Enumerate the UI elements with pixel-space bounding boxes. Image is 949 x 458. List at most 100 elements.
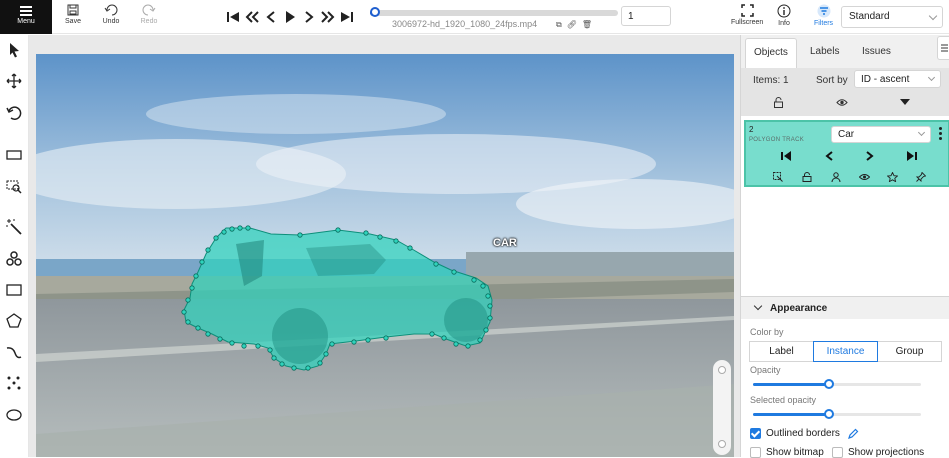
pin-icon[interactable] bbox=[916, 172, 926, 182]
polygon-icon bbox=[6, 313, 22, 328]
filename-label: 3006972-hd_1920_1080_24fps.mp4 bbox=[392, 19, 538, 29]
move-tool[interactable] bbox=[5, 72, 23, 90]
chevron-left-icon bbox=[266, 11, 275, 23]
menu-button[interactable]: Menu bbox=[0, 0, 52, 34]
opacity-slider[interactable] bbox=[753, 379, 921, 389]
redo-button[interactable]: Redo bbox=[134, 4, 164, 25]
frame-image bbox=[36, 54, 734, 457]
zoom-region-tool[interactable] bbox=[5, 177, 23, 195]
cursor-tool[interactable] bbox=[5, 41, 23, 59]
appearance-header[interactable]: Appearance bbox=[741, 297, 949, 319]
sort-by-label: Sort by bbox=[816, 75, 848, 86]
eye-icon[interactable] bbox=[859, 173, 870, 181]
show-bitmap-label: Show bitmap bbox=[766, 447, 824, 458]
color-picker-icon[interactable] bbox=[848, 428, 859, 439]
double-chevron-left-icon bbox=[245, 11, 259, 23]
rotate-icon bbox=[6, 106, 22, 120]
tab-issues[interactable]: Issues bbox=[862, 46, 891, 57]
controls-sidebar bbox=[0, 35, 29, 457]
rectangle-tool[interactable] bbox=[5, 281, 23, 299]
appearance-title: Appearance bbox=[770, 303, 828, 314]
object-item[interactable]: 2 POLYGON TRACK Car bbox=[744, 120, 949, 187]
tab-objects[interactable]: Objects bbox=[745, 38, 797, 68]
star-icon[interactable] bbox=[887, 172, 898, 182]
playback-timeline[interactable] bbox=[369, 7, 618, 17]
first-frame-button[interactable] bbox=[226, 10, 240, 24]
items-count: Items: 1 bbox=[753, 75, 789, 86]
ai-tools[interactable] bbox=[5, 250, 23, 268]
object-label-select[interactable]: Car bbox=[831, 126, 931, 143]
ellipse-tool[interactable] bbox=[5, 406, 23, 424]
user-icon[interactable] bbox=[831, 172, 841, 182]
last-keyframe-icon[interactable] bbox=[907, 151, 917, 161]
object-id: 2 bbox=[749, 125, 754, 134]
save-button[interactable]: Save bbox=[58, 4, 88, 25]
selected-opacity-slider-handle[interactable] bbox=[823, 409, 834, 419]
forward-step-button[interactable] bbox=[321, 10, 335, 24]
info-label: Info bbox=[778, 20, 790, 27]
points-tool[interactable] bbox=[5, 374, 23, 392]
fullscreen-button[interactable]: Fullscreen bbox=[731, 4, 763, 26]
outlined-borders-checkbox[interactable] bbox=[750, 428, 761, 439]
polyline-icon bbox=[6, 347, 22, 359]
filters-button[interactable]: Filters bbox=[814, 4, 833, 27]
polyline-tool[interactable] bbox=[5, 343, 23, 361]
selected-opacity-slider-fill bbox=[753, 413, 829, 416]
selected-opacity-slider[interactable] bbox=[753, 409, 921, 419]
color-by-label-option[interactable]: Label bbox=[749, 341, 814, 362]
back-step-button[interactable] bbox=[245, 10, 259, 24]
save-label: Save bbox=[65, 18, 81, 25]
previous-frame-button[interactable] bbox=[264, 10, 278, 24]
polygon-tool[interactable] bbox=[5, 312, 23, 330]
workspace-value: Standard bbox=[849, 11, 890, 22]
color-by-label: Color by bbox=[750, 327, 784, 337]
link-icon[interactable]: 🔗︎ bbox=[567, 20, 582, 29]
tab-labels[interactable]: Labels bbox=[810, 46, 839, 57]
outlined-borders-label: Outlined borders bbox=[766, 428, 840, 439]
zoom-handle[interactable] bbox=[718, 366, 726, 374]
show-projections-checkbox[interactable] bbox=[832, 447, 843, 458]
play-button[interactable] bbox=[283, 10, 297, 24]
frame-number-input[interactable]: 1 bbox=[621, 6, 671, 26]
objects-list-header: Items: 1 Sort by ID - ascent bbox=[741, 68, 949, 116]
eye-all-icon[interactable] bbox=[836, 98, 848, 107]
copy-icon[interactable]: ⧉ bbox=[556, 20, 567, 29]
previous-keyframe-icon[interactable] bbox=[825, 151, 833, 161]
lock-icon[interactable] bbox=[802, 172, 812, 182]
last-frame-button[interactable] bbox=[340, 10, 354, 24]
timeline-handle[interactable] bbox=[369, 7, 380, 17]
zoom-handle-bottom[interactable] bbox=[718, 440, 726, 448]
selected-opacity-label: Selected opacity bbox=[750, 395, 817, 405]
undo-button[interactable]: Undo bbox=[96, 4, 126, 25]
color-by-group-option[interactable]: Group bbox=[877, 341, 942, 362]
menu-label: Menu bbox=[17, 18, 35, 25]
appearance-panel: Appearance Color by Label Instance Group… bbox=[741, 296, 949, 458]
fit-image-tool[interactable] bbox=[5, 146, 23, 164]
workspace-select[interactable]: Standard bbox=[841, 6, 943, 28]
video-frame[interactable]: CAR bbox=[36, 54, 734, 457]
sort-select[interactable]: ID - ascent bbox=[854, 70, 941, 88]
rectangle-icon bbox=[6, 284, 22, 296]
collapse-sidebar-button[interactable] bbox=[937, 36, 949, 60]
first-keyframe-icon[interactable] bbox=[781, 151, 791, 161]
select-region-icon[interactable] bbox=[773, 172, 783, 182]
show-bitmap-checkbox[interactable] bbox=[750, 447, 761, 458]
sort-value: ID - ascent bbox=[861, 74, 910, 85]
next-keyframe-icon[interactable] bbox=[866, 151, 874, 161]
object-menu-button[interactable] bbox=[939, 127, 943, 141]
color-by-instance-option[interactable]: Instance bbox=[813, 341, 878, 362]
save-icon bbox=[67, 4, 79, 16]
delete-icon[interactable]: 🗑︎ bbox=[582, 20, 597, 29]
zoom-control[interactable] bbox=[713, 360, 731, 455]
opacity-slider-handle[interactable] bbox=[823, 379, 834, 389]
annotation-canvas[interactable]: CAR bbox=[29, 35, 740, 457]
magic-wand-icon bbox=[6, 219, 22, 235]
rotate-tool[interactable] bbox=[5, 104, 23, 122]
magic-wand-tool[interactable] bbox=[5, 218, 23, 236]
next-frame-button[interactable] bbox=[302, 10, 316, 24]
caret-down-icon[interactable] bbox=[900, 99, 910, 106]
last-frame-icon bbox=[341, 12, 353, 22]
fullscreen-label: Fullscreen bbox=[731, 19, 764, 26]
info-button[interactable]: Info bbox=[777, 4, 791, 27]
lock-all-icon[interactable] bbox=[773, 97, 784, 108]
